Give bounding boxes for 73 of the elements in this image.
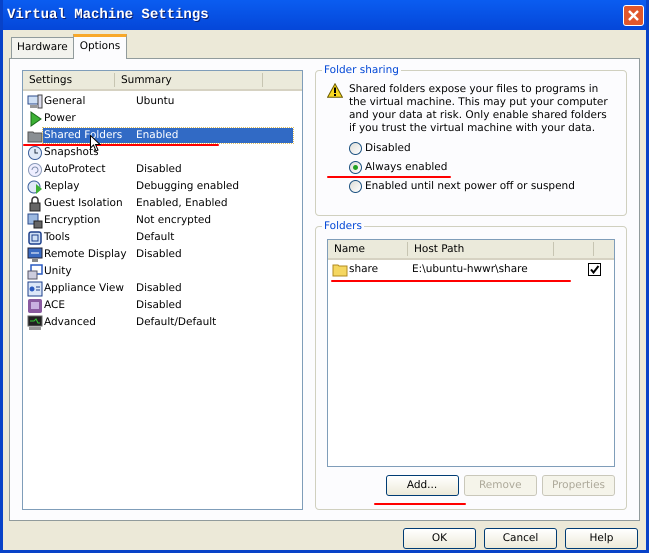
dialog-button[interactable]: Cancel	[484, 528, 557, 549]
setting-summary: Enabled, Enabled	[135, 196, 228, 211]
settings-row[interactable]: General Ubuntu	[43, 94, 293, 109]
settings-row[interactable]: Replay Debugging enabled	[43, 179, 293, 194]
setting-summary: Enabled	[135, 128, 178, 143]
setting-name: Encryption	[43, 213, 102, 228]
group-title: Folder sharing	[322, 63, 401, 77]
setting-summary: Disabled	[135, 298, 182, 313]
settings-row[interactable]: Advanced Default/Default	[43, 315, 293, 330]
settings-row[interactable]: Shared Folders Enabled	[43, 128, 293, 143]
setting-name: Tools	[43, 230, 71, 245]
radio-button[interactable]	[349, 161, 362, 174]
tab[interactable]: Hardware	[11, 37, 74, 58]
setting-name: Shared Folders	[43, 128, 124, 143]
setting-name: Snapshots	[43, 145, 100, 160]
lock-icon	[27, 196, 43, 212]
settings-row[interactable]: Tools Default	[43, 230, 293, 245]
setting-summary: Default/Default	[135, 315, 216, 330]
setting-summary: Ubuntu	[135, 94, 174, 109]
radio-button[interactable]	[349, 180, 362, 193]
setting-name: General	[43, 94, 86, 109]
terminal-icon	[27, 314, 43, 330]
clock-icon	[27, 144, 43, 160]
close-icon	[627, 8, 640, 22]
setting-name: Unity	[43, 264, 73, 279]
setting-summary: Default	[135, 230, 174, 245]
window-icon	[27, 280, 43, 296]
monitor-icon	[27, 94, 43, 110]
settings-row[interactable]: Snapshots	[43, 145, 293, 160]
column-header[interactable]: Name	[328, 242, 408, 256]
setting-summary: Disabled	[135, 247, 182, 262]
window-title: Virtual Machine Settings	[7, 6, 209, 24]
column-header[interactable]: Host Path	[408, 242, 554, 256]
folder-button[interactable]: Add...	[386, 475, 458, 496]
dialog-button[interactable]: OK	[403, 528, 476, 549]
dialog-button[interactable]: Help	[565, 528, 638, 549]
folder-path: E:\ubuntu-hwwr\share	[412, 262, 528, 277]
radio-label[interactable]: Always enabled	[365, 160, 448, 176]
checkbox[interactable]	[588, 263, 601, 276]
settings-row[interactable]: Power	[43, 111, 293, 126]
folder-name: share	[348, 262, 380, 277]
setting-name: Replay	[43, 179, 81, 194]
radio-button[interactable]	[349, 142, 362, 155]
setting-name: Guest Isolation	[43, 196, 124, 211]
setting-name: AutoProtect	[43, 162, 107, 177]
warning-icon	[327, 83, 343, 98]
setting-summary: Debugging enabled	[135, 179, 240, 194]
setting-summary: Not encrypted	[135, 213, 212, 228]
tab[interactable]: Options	[72, 34, 128, 59]
settings-row[interactable]: ACE Disabled	[43, 298, 293, 313]
settings-row[interactable]: Remote Display Disabled	[43, 247, 293, 262]
setting-summary: Disabled	[135, 281, 182, 296]
column-header[interactable]: Summary	[115, 73, 263, 87]
window-icon	[27, 264, 43, 280]
square-icon	[27, 298, 43, 314]
close-button[interactable]	[623, 4, 644, 26]
setting-name: ACE	[43, 298, 66, 313]
settings-row[interactable]: Unity	[43, 264, 293, 279]
setting-name: Advanced	[43, 315, 97, 330]
setting-name: Power	[43, 111, 77, 126]
setting-name: Remote Display	[43, 247, 128, 262]
monitor-icon	[27, 246, 43, 262]
settings-row[interactable]: Guest Isolation Enabled, Enabled	[43, 196, 293, 211]
setting-name: Appliance View	[43, 281, 125, 296]
clock-play-icon	[27, 178, 43, 194]
settings-row[interactable]: Encryption Not encrypted	[43, 213, 293, 228]
settings-row[interactable]: Appliance View Disabled	[43, 281, 293, 296]
radio-label[interactable]: Enabled until next power off or suspend	[365, 178, 575, 194]
column-header[interactable]: Settings	[23, 73, 115, 87]
radio-label[interactable]: Disabled	[365, 140, 411, 156]
setting-summary: Disabled	[135, 162, 182, 177]
settings-row[interactable]: AutoProtect Disabled	[43, 162, 293, 177]
warning-text: Shared folders expose your files to programs in the virtual machine. This may put your computer and your data at risk. Only enable shared folders if you trust the virtual machine with your data.	[349, 83, 609, 135]
